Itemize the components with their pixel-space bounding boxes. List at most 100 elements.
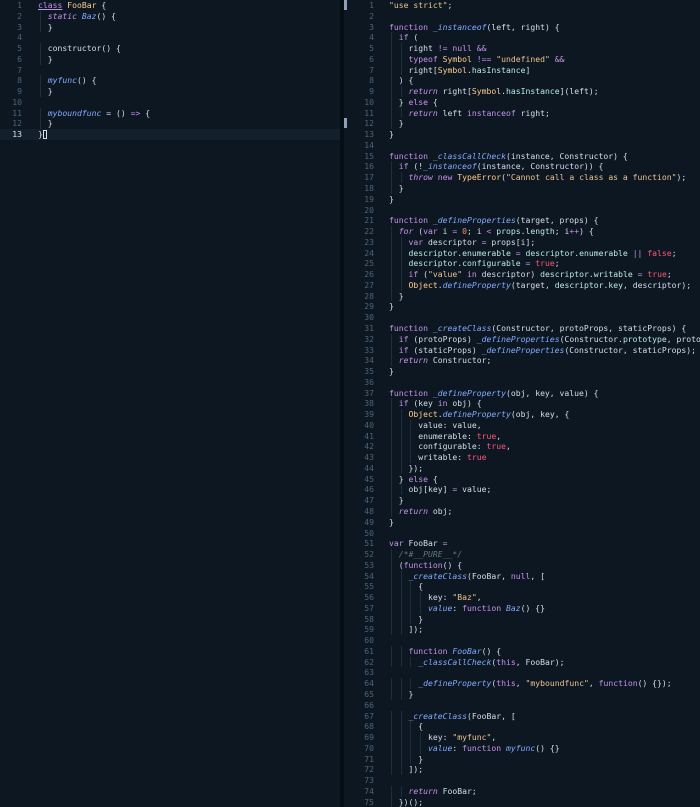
code-line[interactable]: 35} — [344, 366, 700, 377]
code-token: , protoProps); — [666, 333, 700, 344]
code-token: } — [389, 689, 414, 699]
code-line[interactable]: 7 — [0, 65, 340, 76]
code-line[interactable]: 39 Object.defineProperty(obj, key, { — [344, 409, 700, 420]
code-line[interactable]: 2 — [344, 11, 700, 22]
code-token: "use strict" — [389, 0, 448, 10]
code-line[interactable]: 73 — [344, 775, 700, 786]
code-line[interactable]: 72 ]); — [344, 764, 700, 776]
code-line[interactable]: 56 key: "Baz", — [344, 592, 700, 603]
code-line[interactable]: 9 } — [0, 86, 340, 97]
code-line[interactable]: 4 if ( — [344, 32, 700, 44]
code-line[interactable]: 47 } — [344, 495, 700, 506]
code-line[interactable]: 40 value: value, — [344, 419, 700, 431]
left-editor-pane[interactable]: 1 class FooBar {2 static Baz() {3 } 4 5 con… — [0, 0, 340, 807]
code-line[interactable]: 62 _classCallCheck(this, FooBar); — [344, 656, 700, 668]
code-line[interactable]: 45 } else { — [344, 473, 700, 485]
code-line[interactable]: 12 } — [0, 118, 340, 130]
code-line[interactable]: 3 function _instanceof(left, right) { — [344, 22, 700, 33]
code-line[interactable]: 6 } — [0, 53, 340, 65]
right-editor-pane[interactable]: 1 "use strict"; 2 3 function _instanceof(lef… — [344, 0, 700, 807]
code-line[interactable]: 31 function _createClass(Constructor, pro… — [344, 323, 700, 334]
code-line[interactable]: 42 configurable: true, — [344, 441, 700, 453]
code-line[interactable]: 2 static Baz() { — [0, 10, 340, 22]
code-line[interactable]: 16 if (!_instanceof(instance, Constructo… — [344, 161, 700, 173]
code-line[interactable]: 69 key: "myfunc", — [344, 732, 700, 743]
code-line[interactable]: 53 (function() { — [344, 559, 700, 571]
code-line[interactable]: 50 — [344, 528, 700, 539]
code-line[interactable]: 21 function _defineProperties(target, pro… — [344, 215, 700, 226]
code-line[interactable]: 3 } — [0, 21, 340, 33]
code-line[interactable]: 27 Object.defineProperty(target, descrip… — [344, 279, 700, 291]
code-line[interactable]: 34 return Constructor; — [344, 355, 700, 367]
code-line[interactable]: 74 return FooBar; — [344, 785, 700, 797]
code-line[interactable]: 9 return right[Symbol.hasInstance](left)… — [344, 86, 700, 97]
code-line[interactable]: 70 value: function myfunc() {} — [344, 742, 700, 754]
code-line[interactable]: 49} — [344, 517, 700, 528]
code-line[interactable]: 1 "use strict"; — [344, 0, 700, 11]
code-line[interactable]: 23 var descriptor = props[i]; — [344, 236, 700, 248]
code-line[interactable]: 29} — [344, 301, 700, 312]
code-line[interactable]: 59 ]); — [344, 624, 700, 636]
code-line[interactable]: 11 myboundfunc = () => { — [0, 107, 340, 119]
code-token: right — [389, 43, 438, 54]
code-line[interactable]: 17 throw new TypeError("Cannot call a cl… — [344, 172, 700, 184]
code-line[interactable]: 60 — [344, 635, 700, 646]
code-line[interactable]: 4 — [0, 32, 340, 43]
code-line[interactable]: 38 if (key in obj) { — [344, 398, 700, 410]
code-line[interactable]: 11 return left instanceof right; — [344, 107, 700, 119]
code-line[interactable]: 18 } — [344, 183, 700, 194]
code-line[interactable]: 71 } — [344, 753, 700, 765]
code-line[interactable]: 66 — [344, 700, 700, 711]
code-line[interactable]: 63 — [344, 667, 700, 678]
line-number: 67 — [364, 710, 374, 721]
code-line[interactable]: 22 for (var i = 0; i < props.length; i++… — [344, 226, 700, 237]
code-line[interactable]: 46 obj[key] = value; — [344, 484, 700, 496]
code-line[interactable]: 8 ) { — [344, 75, 700, 87]
code-line[interactable]: 10 } else { — [344, 96, 700, 108]
code-line[interactable]: 33 if (staticProps) _defineProperties(Co… — [344, 344, 700, 356]
code-line[interactable]: 52 /*#__PURE__*/ — [344, 549, 700, 560]
code-line[interactable]: 24 descriptor.enumerable = descriptor.en… — [344, 247, 700, 259]
line-number: 47 — [364, 495, 374, 506]
code-line[interactable]: 26 if ("value" in descriptor) descriptor… — [344, 269, 700, 280]
code-line[interactable]: 19} — [344, 194, 700, 205]
code-line[interactable]: 43 writable: true — [344, 452, 700, 463]
code-line[interactable]: 8 myfunc() { — [0, 75, 340, 87]
code-line[interactable]: 41 enumerable: true, — [344, 430, 700, 442]
code-line[interactable]: 14 — [344, 140, 700, 151]
code-token: })(); — [389, 796, 424, 807]
code-token: new — [437, 172, 453, 183]
code-line[interactable]: 67 _createClass(FooBar, [ — [344, 710, 700, 722]
code-line[interactable]: 61 function FooBar() { — [344, 645, 700, 657]
code-line[interactable]: 55 { — [344, 581, 700, 593]
code-line[interactable]: 7 right[Symbol.hasInstance] — [344, 64, 700, 76]
code-line[interactable]: 58 } — [344, 613, 700, 625]
code-line[interactable]: 37 function _defineProperty(obj, key, val… — [344, 388, 700, 399]
line-number: 48 — [364, 505, 374, 516]
code-line[interactable]: 68 { — [344, 721, 700, 733]
code-text: function _defineProperty(obj, key, value… — [389, 388, 599, 399]
code-line[interactable]: 65 } — [344, 689, 700, 700]
code-line[interactable]: 44 }); — [344, 462, 700, 474]
code-line[interactable]: 75 })(); — [344, 796, 700, 807]
code-line[interactable]: 64 _defineProperty(this, "myboundfunc", … — [344, 678, 700, 689]
code-line[interactable]: 28 } — [344, 290, 700, 302]
code-line[interactable]: 30 — [344, 312, 700, 323]
code-line[interactable]: 54 _createClass(FooBar, null, [ — [344, 570, 700, 582]
code-line[interactable]: 13} — [0, 129, 340, 140]
code-line[interactable]: 51 var FooBar = — [344, 538, 700, 549]
code-line[interactable]: 32 if (protoProps) _defineProperties(Con… — [344, 333, 700, 345]
code-line[interactable]: 6 typeof Symbol !== "undefined" && — [344, 53, 700, 65]
code-line[interactable]: 10 — [0, 97, 340, 108]
code-line[interactable]: 57 value: function Baz() {} — [344, 602, 700, 614]
code-line[interactable]: 25 descriptor.configurable = true; — [344, 258, 700, 270]
code-line[interactable]: 5 constructor() { — [0, 43, 340, 54]
code-line[interactable]: 36 — [344, 377, 700, 388]
code-line[interactable]: 20 — [344, 205, 700, 216]
code-line[interactable]: 48 return obj; — [344, 505, 700, 517]
code-line[interactable]: 15 function _classCallCheck(instance, Con… — [344, 151, 700, 162]
code-line[interactable]: 1 class FooBar { — [0, 0, 340, 11]
code-line[interactable]: 13} — [344, 129, 700, 140]
code-line[interactable]: 5 right != null && — [344, 43, 700, 54]
code-line[interactable]: 12 } — [344, 118, 700, 130]
